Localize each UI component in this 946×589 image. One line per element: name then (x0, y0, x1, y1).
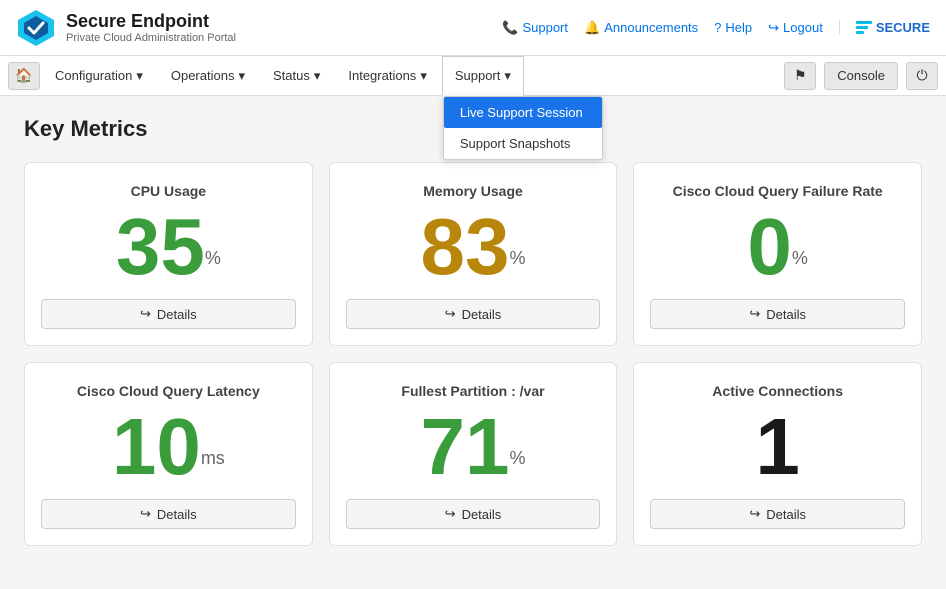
nav-left: 🏠 Configuration ▾ Operations ▾ Status ▾ … (8, 56, 524, 96)
top-support-link[interactable]: 📞 Support (502, 20, 568, 36)
flag-icon: ⚑ (794, 67, 807, 84)
metric-unit-latency: ms (201, 448, 225, 469)
value-row-partition: 71 % (420, 407, 525, 487)
details-button-cpu[interactable]: ↪ Details (41, 299, 296, 329)
details-button-memory[interactable]: ↪ Details (346, 299, 601, 329)
metric-card-partition: Fullest Partition : /var 71 % ↪ Details (329, 362, 618, 546)
logout-link[interactable]: ↪ Logout (768, 20, 823, 36)
app-title: Secure Endpoint (66, 11, 236, 33)
cisco-bars-icon (856, 21, 872, 34)
nav-bar: 🏠 Configuration ▾ Operations ▾ Status ▾ … (0, 56, 946, 96)
arrow-right-icon: ↪ (445, 506, 456, 522)
bell-icon: 🔔 (584, 20, 600, 36)
value-row-latency: 10 ms (112, 407, 225, 487)
flag-button[interactable]: ⚑ (784, 62, 816, 90)
app-subtitle: Private Cloud Administration Portal (66, 32, 236, 44)
nav-item-support[interactable]: Support ▾ Live Support Session Support S… (442, 56, 524, 96)
metric-value-partition: 71 (420, 407, 509, 487)
top-nav: 📞 Support 🔔 Announcements ? Help ↪ Logou… (502, 20, 930, 36)
top-bar: Secure Endpoint Private Cloud Administra… (0, 0, 946, 56)
chevron-down-icon: ▾ (504, 68, 511, 84)
metric-label-cpu: CPU Usage (131, 183, 206, 199)
metric-card-latency: Cisco Cloud Query Latency 10 ms ↪ Detail… (24, 362, 313, 546)
chevron-down-icon: ▾ (136, 68, 143, 84)
metrics-grid: CPU Usage 35 % ↪ Details Memory Usage 83… (24, 162, 922, 546)
arrow-right-icon: ↪ (140, 306, 151, 322)
dropdown-item-live-support[interactable]: Live Support Session (444, 97, 602, 128)
chevron-down-icon: ▾ (420, 68, 427, 84)
metric-card-memory: Memory Usage 83 % ↪ Details (329, 162, 618, 346)
metric-card-cpu: CPU Usage 35 % ↪ Details (24, 162, 313, 346)
arrow-right-icon: ↪ (749, 306, 760, 322)
metric-unit-failure-rate: % (792, 248, 808, 269)
metric-label-connections: Active Connections (712, 383, 843, 399)
metric-value-memory: 83 (420, 207, 509, 287)
metric-card-failure-rate: Cisco Cloud Query Failure Rate 0 % ↪ Det… (633, 162, 922, 346)
announcements-link[interactable]: 🔔 Announcements (584, 20, 698, 36)
metric-card-connections: Active Connections 1 ↪ Details (633, 362, 922, 546)
metric-value-latency: 10 (112, 407, 201, 487)
details-button-partition[interactable]: ↪ Details (346, 499, 601, 529)
phone-icon: 📞 (502, 20, 518, 36)
arrow-right-icon: ↪ (749, 506, 760, 522)
logo-area: Secure Endpoint Private Cloud Administra… (16, 8, 236, 48)
chevron-down-icon: ▾ (238, 68, 245, 84)
home-button[interactable]: 🏠 (8, 62, 40, 90)
value-row-failure-rate: 0 % (747, 207, 808, 287)
question-icon: ? (714, 20, 721, 35)
logout-icon: ↪ (768, 20, 779, 36)
dropdown-item-support-snapshots[interactable]: Support Snapshots (444, 128, 602, 159)
main-content: Key Metrics CPU Usage 35 % ↪ Details Mem… (0, 96, 946, 566)
arrow-right-icon: ↪ (140, 506, 151, 522)
metric-value-failure-rate: 0 (747, 207, 792, 287)
value-row-memory: 83 % (420, 207, 525, 287)
console-button[interactable]: Console (824, 62, 898, 90)
details-button-latency[interactable]: ↪ Details (41, 499, 296, 529)
metric-label-latency: Cisco Cloud Query Latency (77, 383, 260, 399)
metric-unit-partition: % (509, 448, 525, 469)
nav-right: ⚑ Console ⏻ (784, 62, 938, 90)
value-row-connections: 1 (755, 407, 800, 487)
app-logo (16, 8, 56, 48)
chevron-down-icon: ▾ (314, 68, 321, 84)
cisco-logo: SECURE (839, 20, 930, 35)
value-row-cpu: 35 % (116, 207, 221, 287)
power-icon: ⏻ (916, 67, 927, 84)
nav-item-configuration[interactable]: Configuration ▾ (42, 56, 156, 96)
metric-value-connections: 1 (755, 407, 800, 487)
metric-unit-memory: % (509, 248, 525, 269)
metric-unit-cpu: % (205, 248, 221, 269)
metric-label-memory: Memory Usage (423, 183, 523, 199)
nav-item-integrations[interactable]: Integrations ▾ (335, 56, 439, 96)
nav-item-status[interactable]: Status ▾ (260, 56, 333, 96)
metric-value-cpu: 35 (116, 207, 205, 287)
metric-label-failure-rate: Cisco Cloud Query Failure Rate (673, 183, 883, 199)
details-button-failure-rate[interactable]: ↪ Details (650, 299, 905, 329)
arrow-right-icon: ↪ (445, 306, 456, 322)
details-button-connections[interactable]: ↪ Details (650, 499, 905, 529)
power-button[interactable]: ⏻ (906, 62, 938, 90)
help-link[interactable]: ? Help (714, 20, 752, 35)
nav-item-operations[interactable]: Operations ▾ (158, 56, 258, 96)
logo-text: Secure Endpoint Private Cloud Administra… (66, 11, 236, 45)
support-dropdown-menu: Live Support Session Support Snapshots (443, 96, 603, 160)
metric-label-partition: Fullest Partition : /var (401, 383, 544, 399)
